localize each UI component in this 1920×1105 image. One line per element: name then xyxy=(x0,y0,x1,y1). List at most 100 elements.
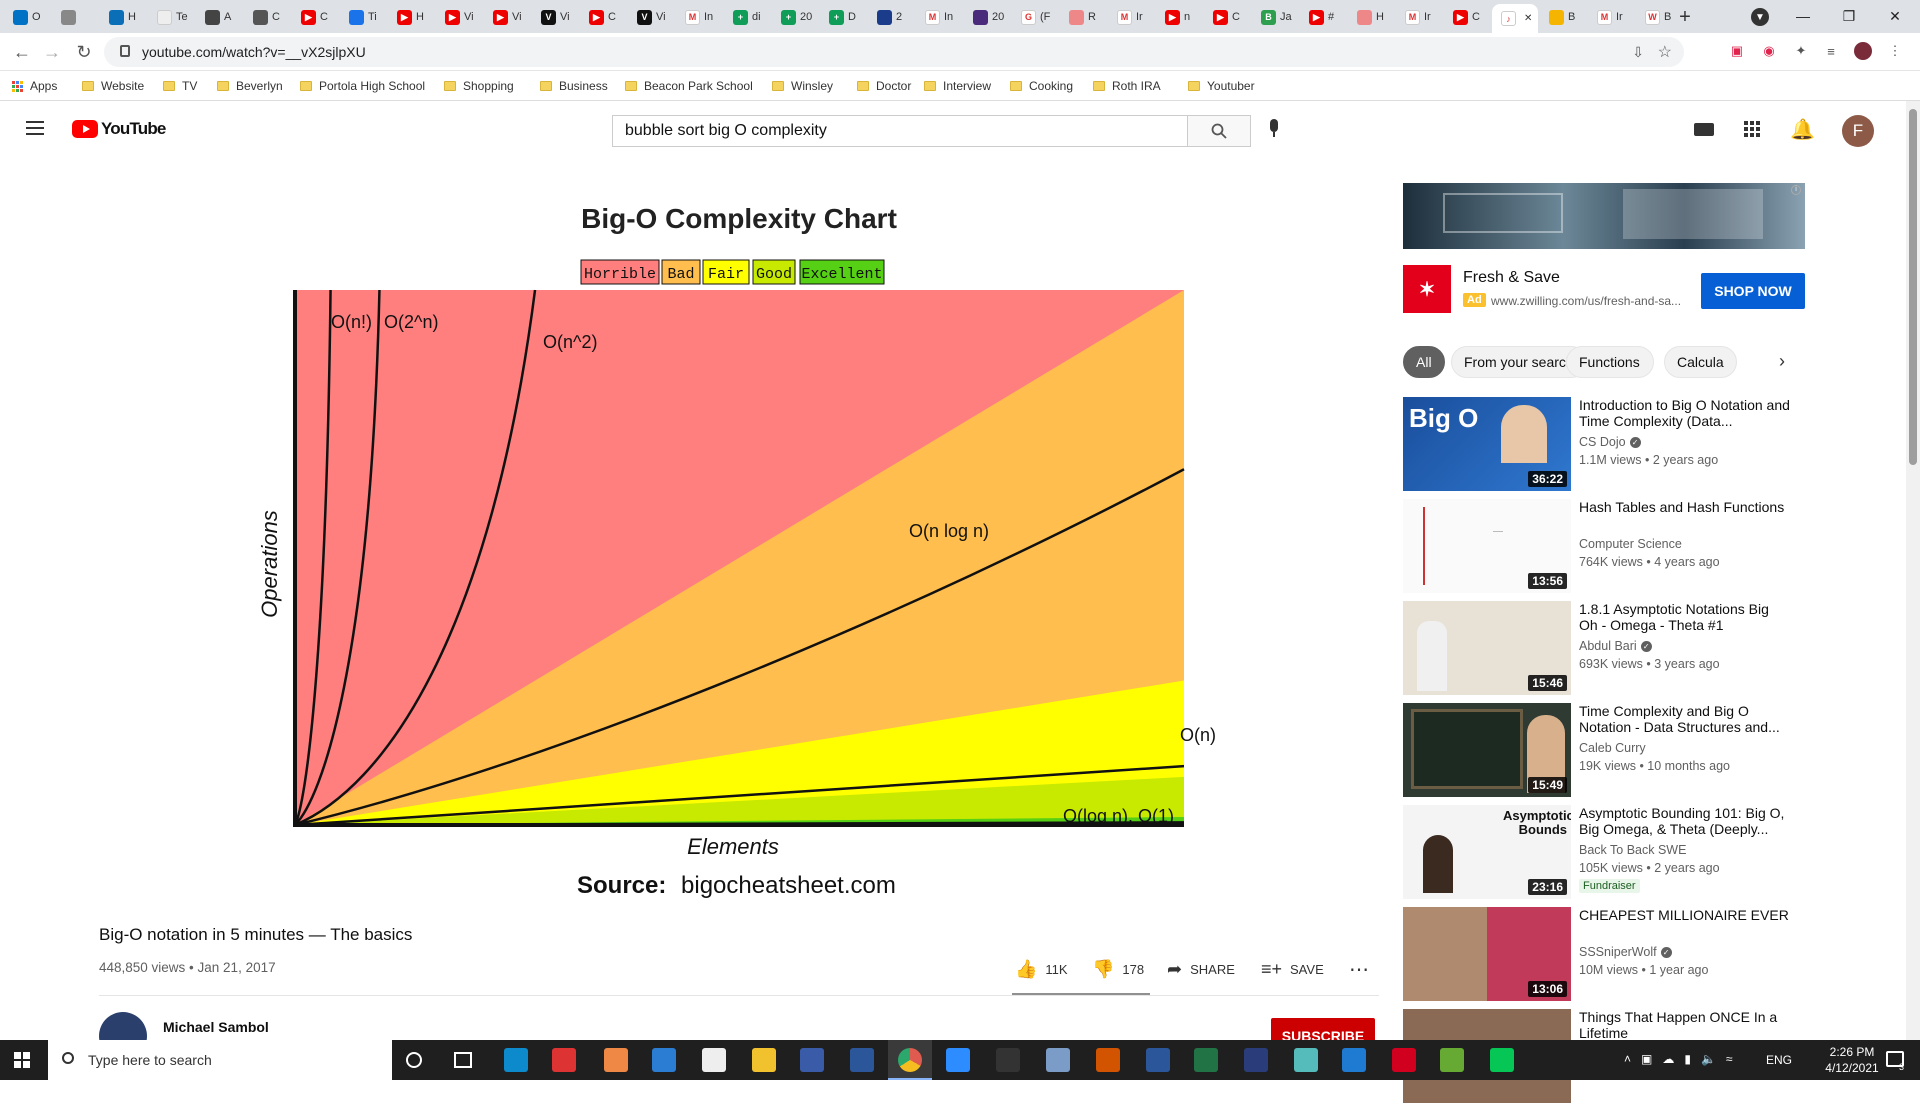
browser-tab[interactable]: ▶ C xyxy=(292,4,340,30)
browser-tab[interactable]: Ti xyxy=(340,4,388,30)
video-thumbnail[interactable]: 13:06 xyxy=(1403,907,1571,1001)
browser-tab[interactable]: M Ir xyxy=(1108,4,1156,30)
recommendation-channel[interactable]: Computer Science xyxy=(1579,537,1682,551)
browser-tab[interactable]: M Ir xyxy=(1588,4,1636,30)
excel-icon[interactable] xyxy=(1194,1048,1218,1072)
browser-tab[interactable]: ▶ C xyxy=(1444,4,1492,30)
ad-banner-image[interactable]: i xyxy=(1403,183,1805,249)
line-icon[interactable] xyxy=(1490,1048,1514,1072)
browser-tab[interactable]: C xyxy=(244,4,292,30)
browser-tab[interactable] xyxy=(52,4,100,30)
notepad-icon[interactable] xyxy=(1294,1048,1318,1072)
tray-language[interactable]: ENG xyxy=(1766,1053,1792,1067)
browser-tab[interactable]: B Ja xyxy=(1252,4,1300,30)
bookmark-apps[interactable]: Apps xyxy=(12,77,57,95)
word-note-icon[interactable] xyxy=(850,1048,874,1072)
channel-name[interactable]: Michael Sambol xyxy=(163,1019,269,1035)
apps-grid-icon[interactable] xyxy=(1744,121,1760,137)
browser-tab[interactable]: M In xyxy=(916,4,964,30)
bookmark-folder[interactable]: Youtuber xyxy=(1188,77,1255,95)
search-button[interactable] xyxy=(1187,115,1251,147)
bookmark-folder[interactable]: Interview xyxy=(924,77,991,95)
forward-icon[interactable]: → xyxy=(40,41,64,63)
new-tab-button[interactable]: + xyxy=(1672,6,1698,28)
bookmark-folder[interactable]: Shopping xyxy=(444,77,514,95)
zoom-icon[interactable] xyxy=(946,1048,970,1072)
video-thumbnail[interactable]: Big O 36:22 xyxy=(1403,397,1571,491)
bookmark-folder[interactable]: Business xyxy=(540,77,608,95)
recommendation-item[interactable]: Big O 36:22 Introduction to Big O Notation… xyxy=(1403,397,1805,493)
back-icon[interactable]: ← xyxy=(10,41,34,63)
recommendation-title[interactable]: Asymptotic Bounding 101: Big O, Big Omeg… xyxy=(1579,805,1791,837)
word-icon[interactable] xyxy=(1146,1048,1170,1072)
taskbar-search-box[interactable]: Type here to search xyxy=(48,1040,392,1080)
recommendation-title[interactable]: Time Complexity and Big O Notation - Dat… xyxy=(1579,703,1791,735)
browser-tab[interactable]: 2 xyxy=(868,4,916,30)
tray-meet-icon[interactable]: ▣ xyxy=(1641,1052,1652,1068)
maximize-button[interactable]: ❐ xyxy=(1826,4,1872,28)
ad-info-icon[interactable]: i xyxy=(1791,185,1801,195)
browser-tab[interactable]: A xyxy=(196,4,244,30)
scrollbar-thumb[interactable] xyxy=(1909,109,1917,465)
page-scrollbar[interactable] xyxy=(1906,101,1920,1040)
address-bar[interactable]: youtube.com/watch?v=__vX2sjlpXU ⇩ ☆ xyxy=(104,37,1684,67)
bookmark-folder[interactable]: Beverlyn xyxy=(217,77,283,95)
photos-icon[interactable] xyxy=(1342,1048,1366,1072)
file-green-icon[interactable] xyxy=(1440,1048,1464,1072)
tray-chevron-icon[interactable]: ˄ xyxy=(1624,1052,1631,1068)
bookmark-folder[interactable]: Cooking xyxy=(1010,77,1073,95)
create-video-icon[interactable] xyxy=(1694,123,1714,136)
browser-tab[interactable]: B xyxy=(1540,4,1588,30)
pc-icon[interactable] xyxy=(1046,1048,1070,1072)
vpn-icon[interactable] xyxy=(800,1048,824,1072)
reading-list-icon[interactable]: ≡ xyxy=(1822,42,1840,60)
acrobat-icon[interactable] xyxy=(1392,1048,1416,1072)
dislike-button[interactable]: 👎 178 xyxy=(1092,957,1144,981)
browser-tab[interactable]: ▶ n xyxy=(1156,4,1204,30)
ad-title[interactable]: Fresh & Save xyxy=(1463,269,1560,287)
doc-file-icon[interactable] xyxy=(1096,1048,1120,1072)
bookmark-folder[interactable]: Winsley xyxy=(772,77,833,95)
tray-volume-icon[interactable]: 🔈 xyxy=(1701,1052,1716,1068)
tab-search-icon[interactable]: ▼ xyxy=(1751,8,1769,26)
extension-pocket-icon[interactable]: ▣ xyxy=(1728,42,1746,60)
security-icon[interactable] xyxy=(1244,1048,1268,1072)
browser-tab[interactable]: R xyxy=(1060,4,1108,30)
bookmark-folder[interactable]: Doctor xyxy=(857,77,911,95)
office-icon[interactable] xyxy=(604,1048,628,1072)
filter-chip[interactable]: All xyxy=(1403,346,1445,378)
recommendation-title[interactable]: CHEAPEST MILLIONAIRE EVER xyxy=(1579,907,1791,923)
recommendation-channel[interactable]: Back To Back SWE xyxy=(1579,843,1686,857)
video-thumbnail[interactable]: ----- 13:56 xyxy=(1403,499,1571,593)
ad-logo[interactable]: ✶ xyxy=(1403,265,1451,313)
recommendation-item[interactable]: 15:49 Time Complexity and Big O Notation … xyxy=(1403,703,1805,799)
bookmark-folder[interactable]: Roth IRA xyxy=(1093,77,1161,95)
browser-tab[interactable]: ▶ # xyxy=(1300,4,1348,30)
snip-icon[interactable] xyxy=(552,1048,576,1072)
tray-cloud-icon[interactable]: ☁ xyxy=(1662,1052,1674,1068)
voice-search-icon[interactable] xyxy=(1268,119,1280,141)
video-thumbnail[interactable]: 15:49 xyxy=(1403,703,1571,797)
install-icon[interactable]: ⇩ xyxy=(1632,44,1644,61)
browser-tab[interactable]: ▶ Vi xyxy=(436,4,484,30)
bookmark-folder[interactable]: Portola High School xyxy=(300,77,425,95)
video-player[interactable]: Big-O Complexity Chart Horrible Bad Fair Go… xyxy=(99,183,1379,903)
browser-tab[interactable]: O xyxy=(4,4,52,30)
minimize-button[interactable]: — xyxy=(1780,4,1826,28)
browser-tab[interactable]: G (F xyxy=(1012,4,1060,30)
bookmark-folder[interactable]: TV xyxy=(163,77,197,95)
filter-chip[interactable]: Calcula xyxy=(1664,346,1737,378)
tray-clock[interactable]: 2:26 PM 4/12/2021 xyxy=(1812,1044,1892,1076)
browser-tab[interactable]: V Vi xyxy=(532,4,580,30)
mail-icon[interactable] xyxy=(652,1048,676,1072)
browser-tab[interactable]: ▶ Vi xyxy=(484,4,532,30)
recommendation-item[interactable]: Asymptotic Bounds 23:16 Asymptotic Boundin… xyxy=(1403,805,1805,901)
browser-tab[interactable]: H xyxy=(1348,4,1396,30)
recommendation-title[interactable]: Introduction to Big O Notation and Time … xyxy=(1579,397,1791,429)
recommendation-title[interactable]: Hash Tables and Hash Functions xyxy=(1579,499,1791,515)
browser-tab[interactable]: 20 xyxy=(964,4,1012,30)
explorer-icon[interactable] xyxy=(752,1048,776,1072)
extension-red-icon[interactable]: ◉ xyxy=(1760,42,1778,60)
recommendation-channel[interactable]: SSSniperWolf ✓ xyxy=(1579,945,1672,959)
cortana-icon[interactable] xyxy=(406,1052,422,1068)
